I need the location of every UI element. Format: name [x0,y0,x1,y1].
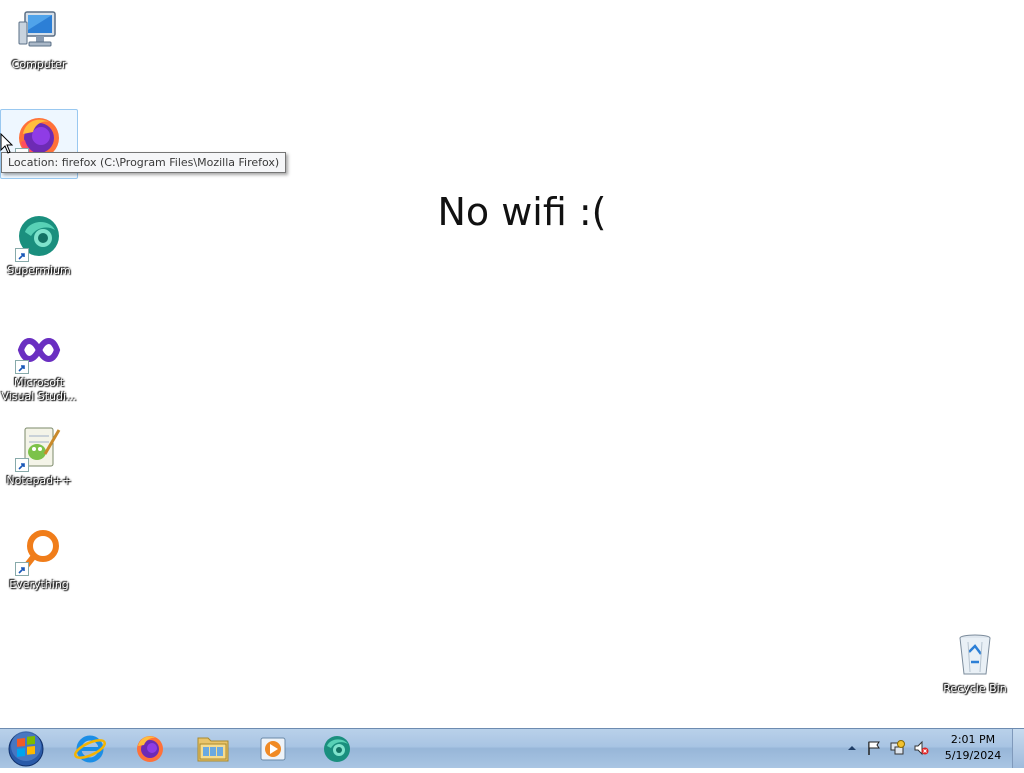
desktop-icon-computer[interactable]: Computer [1,8,77,72]
taskbar-firefox[interactable] [121,730,179,767]
folder-icon [197,737,229,762]
desktop-icon-label: Microsoft Visual Studi... [1,376,77,403]
windows-start-icon [8,731,44,767]
computer-icon [15,8,63,56]
shortcut-arrow-icon [15,360,29,374]
taskbar-media-player[interactable] [244,730,302,767]
desktop-icon-recycle-bin[interactable]: Recycle Bin [937,632,1013,696]
desktop-icon-label: Everything [9,578,69,591]
desktop-icon-supermium[interactable]: Supermium [1,214,77,278]
network-icon[interactable] [889,740,905,756]
supermium-icon [15,214,63,262]
desktop[interactable]: No wifi :( Computer Supermium Microsoft … [0,0,1024,728]
visual-studio-icon [15,326,63,374]
shortcut-arrow-icon [15,562,29,576]
notepadpp-icon [15,424,63,472]
desktop-icon-label: Recycle Bin [943,682,1007,695]
mouse-cursor-icon [0,132,14,160]
firefox-icon [137,736,163,762]
supermium-icon [324,736,350,762]
everything-icon [15,528,63,576]
taskbar-supermium[interactable] [308,730,366,767]
start-button[interactable] [6,730,46,768]
clock-date: 5/19/2024 [944,749,1002,762]
volume-muted-icon[interactable] [913,740,929,756]
action-center-flag-icon[interactable] [866,740,882,756]
show-hidden-icons-arrow[interactable] [844,740,860,756]
wallpaper-text: No wifi :( [437,190,607,234]
desktop-icon-label: Computer [11,58,67,71]
taskbar: 2:01 PM 5/19/2024 [0,728,1024,768]
desktop-icon-label: Notepad++ [6,474,72,487]
show-desktop-button[interactable] [1012,729,1024,768]
internet-explorer-icon [74,735,106,763]
shortcut-arrow-icon [15,458,29,472]
recycle-bin-icon [951,632,999,680]
media-player-icon [260,737,286,761]
desktop-icon-everything[interactable]: Everything [1,528,77,592]
shortcut-arrow-icon [15,248,29,262]
taskbar-windows-explorer[interactable] [184,730,242,767]
clock-time: 2:01 PM [950,733,996,746]
desktop-icon-label: Supermium [7,264,71,277]
location-tooltip: Location: firefox (C:\Program Files\Mozi… [1,152,287,173]
system-clock[interactable]: 2:01 PM 5/19/2024 [938,732,1008,764]
desktop-icon-visual-studio[interactable]: Microsoft Visual Studi... [1,326,77,404]
taskbar-internet-explorer[interactable] [61,730,119,767]
desktop-icon-notepadpp[interactable]: Notepad++ [1,424,77,488]
